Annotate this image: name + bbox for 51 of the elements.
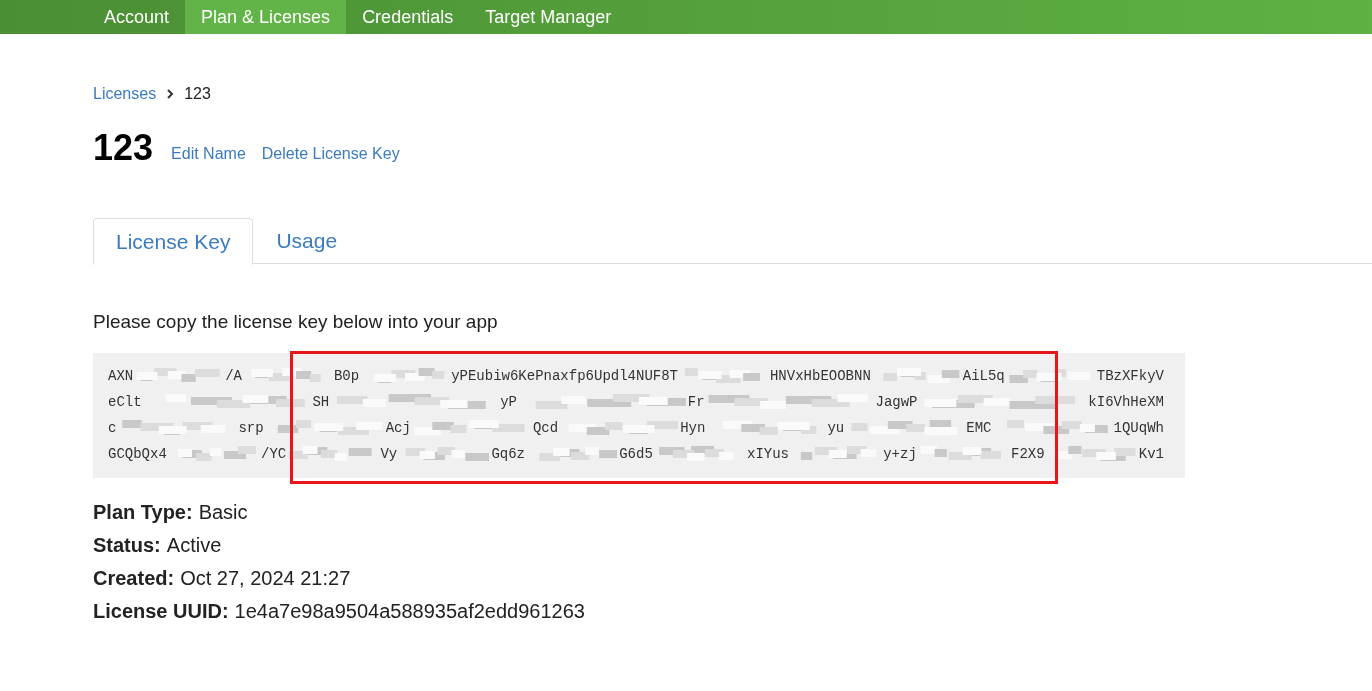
license-key-fragment: srp	[238, 418, 264, 438]
license-key-fragment: G6d5	[619, 444, 653, 464]
license-key-fragment: Vy	[380, 444, 398, 464]
chevron-right-icon	[166, 89, 175, 99]
nav-tab[interactable]: Target Manager	[469, 0, 628, 34]
instruction-text: Please copy the license key below into your app	[93, 310, 499, 334]
license-key-fragment: kI6VhHeXM	[1088, 392, 1164, 412]
license-key-fragment: /A	[225, 366, 242, 386]
license-key-fragment: B0p	[333, 366, 360, 386]
license-key-fragment: xIYus	[747, 444, 789, 464]
license-key-fragment: Gq6z	[491, 444, 525, 464]
detail-value: Basic	[198, 499, 248, 525]
license-key-fragment: Fr	[687, 392, 705, 412]
license-key-fragment: Kv1	[1138, 444, 1164, 464]
detail-value: Oct 27, 2024 21:27	[180, 565, 351, 591]
breadcrumb-link[interactable]: Licenses	[93, 82, 157, 106]
license-key-fragment: Hyn	[680, 418, 706, 438]
page-title: 123	[93, 128, 154, 168]
license-key-fragment: yP	[500, 392, 517, 412]
detail-value: Active	[166, 532, 222, 558]
license-key-fragment: eClt	[108, 392, 142, 412]
breadcrumb-current: 123	[184, 84, 211, 104]
license-key-fragment: F2X9	[1011, 444, 1045, 464]
license-key-fragment: SH	[312, 392, 330, 412]
license-key-fragment: Qcd	[532, 418, 559, 438]
action-link[interactable]: Edit Name	[171, 142, 246, 166]
nav-tab[interactable]: Account	[88, 0, 186, 34]
detail-label: License UUID:	[93, 598, 229, 624]
tab[interactable]: Usage	[253, 218, 361, 264]
tab[interactable]: License Key	[93, 218, 254, 265]
license-key-fragment: y+zj	[883, 444, 917, 464]
detail-label: Status:	[93, 532, 161, 558]
license-key-fragment: TBzXFkyV	[1096, 366, 1164, 386]
license-key-fragment: AiL5q	[962, 366, 1005, 386]
license-key-fragment: yPEubiw6KePnaxfp6Updl4NUF8T	[451, 366, 678, 386]
action-link[interactable]: Delete License Key	[261, 142, 400, 166]
license-key-fragment: 1QUqWh	[1113, 418, 1164, 438]
license-key-fragment: c	[108, 418, 117, 438]
license-key-fragment: /YC	[261, 444, 287, 464]
license-key-fragment: HNVxHbEOOBNN	[769, 366, 871, 386]
license-key-fragment: JagwP	[875, 392, 918, 412]
detail-value: 1e4a7e98a9504a588935af2edd961263	[234, 598, 585, 624]
license-key-fragment: EMC	[966, 418, 992, 438]
detail-label: Plan Type:	[93, 499, 193, 525]
nav-tab[interactable]: Credentials	[346, 0, 470, 34]
detail-label: Created:	[93, 565, 175, 591]
license-key-fragment: AXN	[108, 366, 134, 386]
license-key-fragment: Acj	[385, 418, 411, 438]
nav-tab[interactable]: Plan & Licenses	[185, 0, 347, 34]
license-key-fragment: yu	[827, 418, 845, 438]
license-key-fragment: GCQbQx4	[108, 444, 167, 464]
